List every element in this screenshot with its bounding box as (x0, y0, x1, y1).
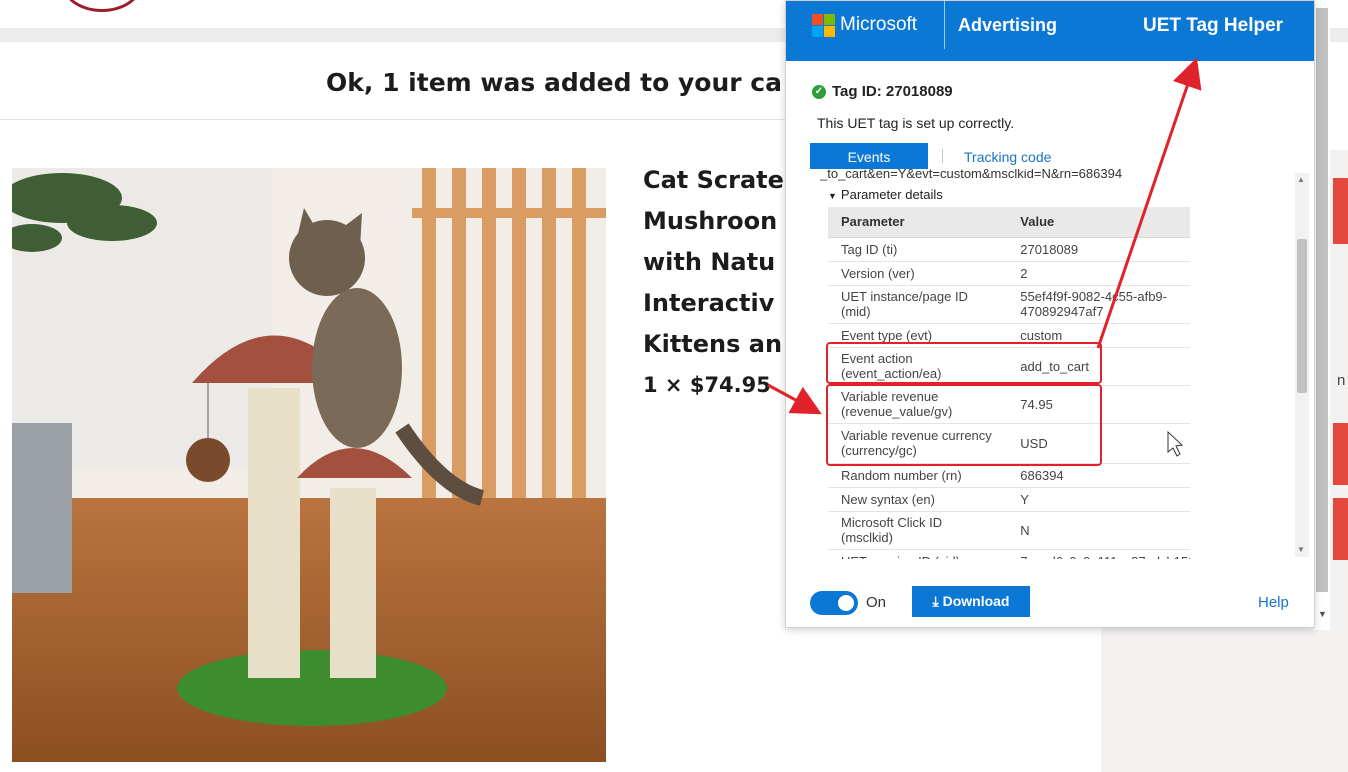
product-title[interactable]: Cat Scrate Mushroon with Natu Interactiv… (643, 160, 803, 365)
table-row: UET instance/page ID (mid) 55ef4f9f-9082-… (828, 285, 1190, 324)
table-row: Tag ID (ti) 27018089 (828, 237, 1190, 262)
toggle-knob (838, 595, 854, 611)
param-value: 7eecd6c0c9e111ec87edcb150fb31 (1007, 549, 1190, 559)
column-header: Parameter (828, 207, 1008, 238)
tool-name: UET Tag Helper (1143, 15, 1284, 36)
page-scrollbar-thumb[interactable] (1316, 8, 1328, 592)
product-title-line: Kittens an (643, 330, 783, 358)
view-cart-button[interactable] (1333, 423, 1348, 485)
events-scrollbar-thumb[interactable] (1297, 239, 1307, 393)
table-row: Version (ver) 2 (828, 261, 1190, 286)
param-name: Tag ID (ti) (828, 237, 1008, 262)
product-price: 1 × $74.95 (643, 373, 771, 397)
popup-header: Microsoft Advertising UET Tag Helper (786, 1, 1314, 61)
product-title-line: with Natu (643, 248, 776, 276)
help-link[interactable]: Help (1258, 594, 1289, 611)
param-name: Random number (rn) (828, 463, 1008, 488)
tag-helper-toggle[interactable] (810, 591, 858, 615)
caret-down-icon: ▼ (828, 191, 837, 201)
param-value: 686394 (1007, 463, 1190, 488)
header-divider (944, 1, 945, 49)
scroll-up-arrow-icon[interactable]: ▲ (1297, 175, 1305, 184)
brand-name: Microsoft (840, 14, 918, 35)
product-image (12, 168, 606, 762)
added-to-cart-message: Ok, 1 item was added to your ca (326, 68, 782, 97)
param-name: UET session ID (sid) (828, 549, 1008, 559)
events-scrollbar[interactable]: ▲ ▼ (1295, 173, 1309, 557)
panel-text-fragment: n (1337, 372, 1346, 389)
product-name: Advertising (958, 15, 1058, 35)
download-label: Download (942, 593, 1010, 609)
tab-tracking-code[interactable]: Tracking code (964, 149, 1051, 165)
param-value: 2 (1007, 261, 1190, 286)
table-row: New syntax (en) Y (828, 487, 1190, 512)
download-icon: ⤓ (932, 593, 939, 609)
parameter-details-toggle[interactable]: ▼ Parameter details (828, 187, 943, 202)
tag-id: Tag ID: 27018089 (832, 83, 953, 100)
revenue-highlight (826, 384, 1102, 466)
product-title-line: Interactiv (643, 289, 775, 317)
param-value: N (1007, 511, 1190, 550)
event-url-fragment: _to_cart&en=Y&evt=custom&msclkid=N&rn=68… (820, 169, 1123, 181)
param-name: Microsoft Click ID (msclkid) (828, 511, 1008, 550)
event-action-highlight (826, 342, 1102, 384)
scroll-down-arrow-icon[interactable]: ▼ (1318, 609, 1327, 619)
parameter-details-label: Parameter details (840, 187, 943, 202)
param-name: UET instance/page ID (mid) (828, 285, 1008, 324)
param-name: New syntax (en) (828, 487, 1008, 512)
microsoft-logo-icon (812, 14, 836, 38)
table-row: UET session ID (sid)7eecd6c0c9e111ec87ed… (828, 549, 1190, 559)
download-button[interactable]: ⤓ Download (912, 586, 1030, 617)
uet-tag-helper-popup: Microsoft Advertising UET Tag Helper ✓ T… (785, 0, 1315, 628)
tab-events[interactable]: Events (810, 143, 928, 169)
scroll-down-arrow-icon[interactable]: ▼ (1297, 545, 1305, 554)
param-value: 55ef4f9f-9082-4c55-afb9-470892947af7 (1007, 285, 1190, 324)
check-circle-icon: ✓ (812, 85, 826, 99)
product-title-line: Mushroon (643, 207, 778, 235)
checkout-button[interactable] (1333, 178, 1348, 244)
table-row: Microsoft Click ID (msclkid) N (828, 511, 1190, 550)
tab-separator (942, 149, 943, 163)
product-title-line: Cat Scrate (643, 166, 784, 194)
table-row: Random number (rn) 686394 (828, 463, 1190, 488)
param-name: Version (ver) (828, 261, 1008, 286)
table-header-row: Parameter Value (828, 207, 1190, 238)
tag-status: This UET tag is set up correctly. (817, 115, 1015, 131)
product-photo-illustration (12, 168, 606, 762)
toggle-label: On (866, 594, 887, 611)
param-value: Y (1007, 487, 1190, 512)
store-logo[interactable] (62, 0, 142, 12)
param-value: 27018089 (1007, 237, 1190, 262)
continue-button[interactable] (1333, 498, 1348, 560)
column-header: Value (1007, 207, 1190, 238)
